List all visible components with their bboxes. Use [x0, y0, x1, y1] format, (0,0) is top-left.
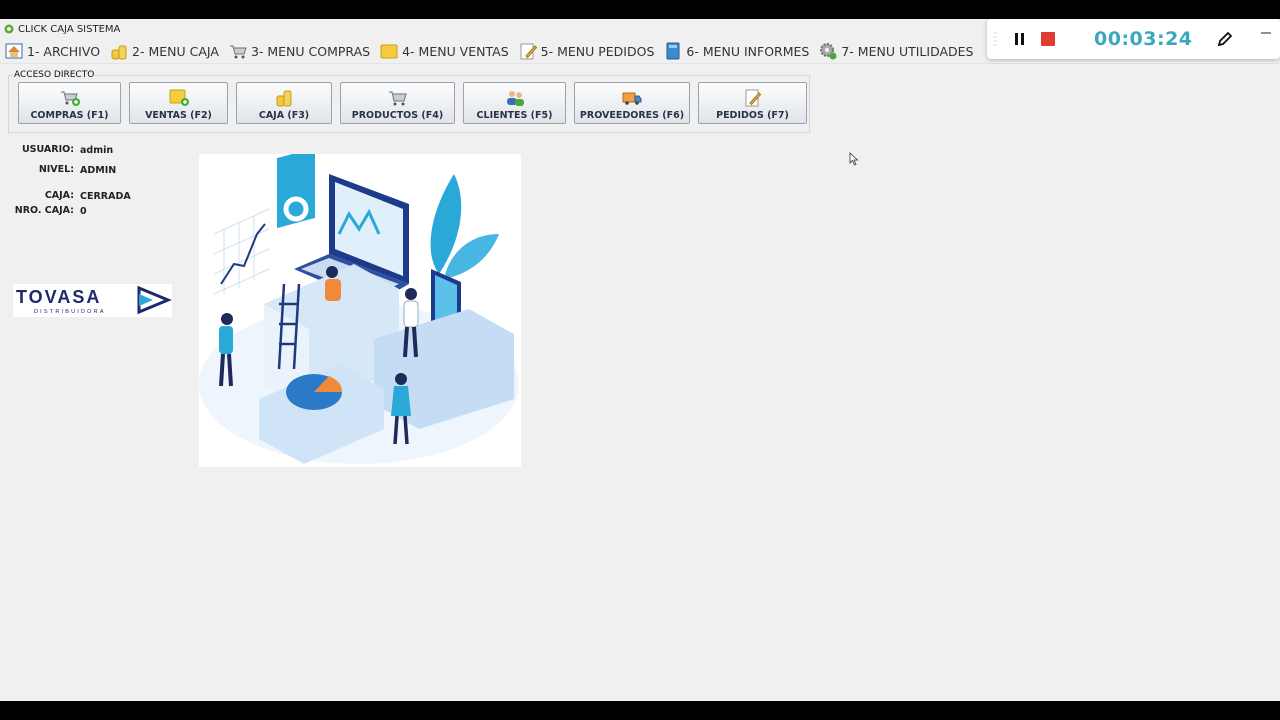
folder-add-icon	[169, 89, 189, 106]
truck-icon	[622, 92, 642, 105]
productos-button[interactable]: PRODUCTOS (F4)	[340, 82, 455, 124]
home-icon	[5, 43, 23, 59]
pedidos-button[interactable]: PEDIDOS (F7)	[698, 82, 807, 124]
minimize-icon[interactable]	[1260, 30, 1272, 36]
book-icon	[666, 42, 680, 60]
cart-icon	[229, 45, 247, 59]
menu-divider	[0, 63, 1280, 64]
acceso-directo-panel: ACCESO DIRECTO COMPRAS (F1) VENTAS (F2) …	[8, 70, 810, 133]
gear-icon	[820, 43, 837, 60]
menu-archivo[interactable]: 1- ARCHIVO	[4, 41, 100, 61]
clientes-button[interactable]: CLIENTES (F5)	[463, 82, 566, 124]
caja-label: CAJA:	[44, 190, 74, 201]
screen-recorder-toolbar: 00:03:24	[987, 19, 1280, 59]
acceso-directo-title: ACCESO DIRECTO	[13, 70, 96, 80]
svg-text:DISTRIBUIDORA: DISTRIBUIDORA	[34, 309, 106, 315]
usuario-value: admin	[80, 145, 114, 156]
compras-button[interactable]: COMPRAS (F1)	[18, 82, 121, 124]
usuario-label: USUARIO:	[21, 144, 74, 155]
nro-caja-value: 0	[80, 206, 87, 217]
coins-icon	[111, 45, 127, 60]
caja-button[interactable]: CAJA (F3)	[236, 82, 332, 124]
dashboard-illustration	[199, 147, 521, 467]
main-window: CLICK CAJA SISTEMA 1- ARCHIVO 2- MENU CA…	[0, 19, 1280, 701]
menu-informes[interactable]: 6- MENU INFORMES	[663, 41, 809, 61]
recording-timer: 00:03:24	[1094, 28, 1193, 50]
ventas-button[interactable]: VENTAS (F2)	[129, 82, 228, 124]
nivel-label: NIVEL:	[38, 164, 74, 175]
caja-value: CERRADA	[80, 191, 131, 202]
window-title: CLICK CAJA SISTEMA	[18, 23, 121, 35]
folder-icon	[380, 44, 398, 59]
mouse-cursor-icon	[849, 152, 859, 166]
coins-icon	[276, 90, 292, 107]
pause-icon[interactable]	[1013, 31, 1027, 47]
menu-pedidos[interactable]: 5- MENU PEDIDOS	[518, 41, 654, 61]
menu-compras[interactable]: 3- MENU COMPRAS	[228, 41, 370, 61]
nivel-value: ADMIN	[80, 165, 117, 176]
menu-ventas[interactable]: 4- MENU VENTAS	[379, 41, 509, 61]
company-logo: TOVASA DISTRIBUIDORA	[13, 284, 172, 317]
stop-record-icon[interactable]	[1040, 31, 1056, 47]
nro-caja-label: NRO. CAJA:	[14, 205, 74, 216]
menu-utilidades[interactable]: 7- MENU UTILIDADES	[818, 41, 974, 61]
proveedores-button[interactable]: PROVEEDORES (F6)	[574, 82, 690, 124]
svg-text:TOVASA: TOVASA	[16, 287, 101, 307]
cart-icon	[388, 91, 407, 106]
drag-handle-icon[interactable]	[991, 31, 999, 47]
menu-caja[interactable]: 2- MENU CAJA	[109, 41, 219, 61]
users-icon	[506, 91, 524, 106]
edit-icon	[520, 43, 537, 60]
pen-icon[interactable]	[1216, 30, 1234, 48]
cart-add-icon	[60, 91, 80, 106]
app-logo-icon	[4, 24, 14, 34]
note-edit-icon	[745, 89, 761, 107]
